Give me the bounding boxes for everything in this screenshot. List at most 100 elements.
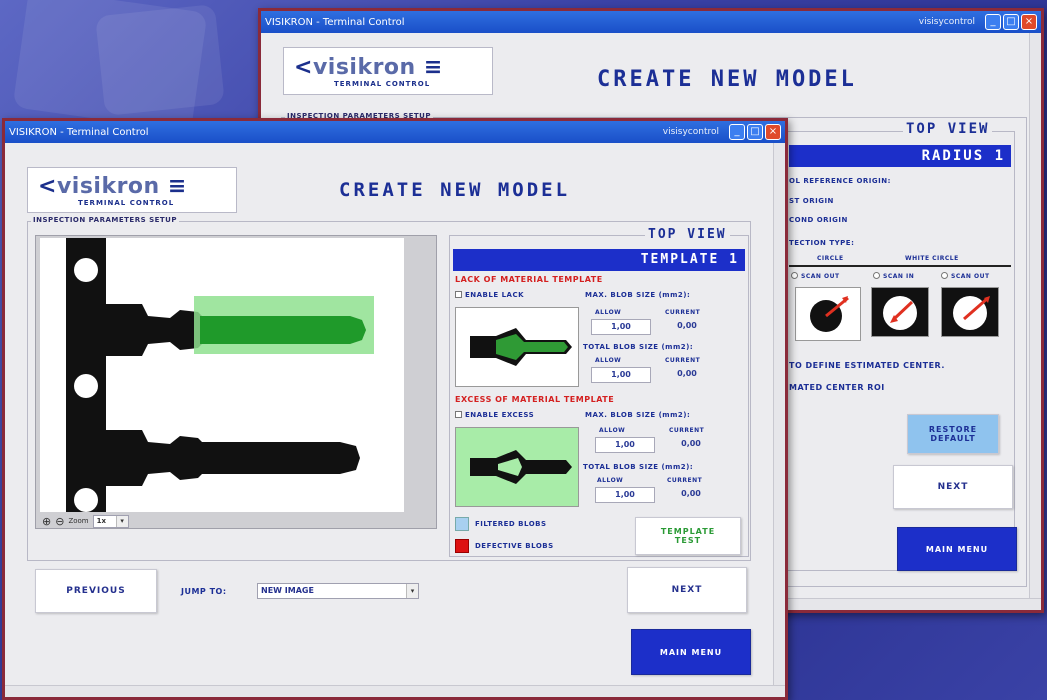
- excess-max-blob-label: MAX. BLOB SIZE (mm2):: [585, 411, 691, 419]
- view-title: TOP VIEW: [645, 227, 730, 242]
- excess-max-allow-field[interactable]: 1,00: [595, 437, 655, 453]
- radio-icon: [941, 272, 948, 279]
- next-button[interactable]: NEXT: [627, 567, 747, 613]
- lack-max-allow-field[interactable]: 1,00: [591, 319, 651, 335]
- lack-max-blob-label: MAX. BLOB SIZE (mm2):: [585, 291, 691, 299]
- lack-total-blob-label: TOTAL BLOB SIZE (mm2):: [583, 343, 694, 351]
- logo: <visikron ≡ TERMINAL CONTROL: [27, 167, 237, 213]
- minimize-icon[interactable]: _: [985, 14, 1001, 30]
- define-center-text: TO DEFINE ESTIMATED CENTER.: [789, 361, 945, 370]
- excess-total-current-label: CURRENT: [667, 477, 703, 484]
- jump-to-select[interactable]: NEW IMAGE ▾: [257, 583, 419, 599]
- white-circle-scan-in-thumb[interactable]: [871, 287, 929, 337]
- excess-template-title: EXCESS OF MATERIAL TEMPLATE: [455, 395, 615, 404]
- user-label: visisycontrol: [662, 127, 719, 137]
- close-icon[interactable]: ×: [1021, 14, 1037, 30]
- horizontal-scrollbar[interactable]: [5, 685, 785, 697]
- checkbox-icon: [455, 411, 462, 418]
- target-circle-icon: [883, 296, 917, 330]
- logo-subtitle: TERMINAL CONTROL: [78, 198, 175, 207]
- excess-total-blob-label: TOTAL BLOB SIZE (mm2):: [583, 463, 694, 471]
- restore-default-button[interactable]: RESTORE DEFAULT: [907, 414, 999, 454]
- checkbox-icon: [455, 291, 462, 298]
- next-button[interactable]: NEXT: [893, 465, 1013, 509]
- second-origin-label: COND ORIGIN: [789, 216, 848, 224]
- page-title: CREATE NEW MODEL: [597, 67, 857, 92]
- radio-scan-out[interactable]: SCAN OUT: [791, 272, 840, 280]
- radio-scan-out-white[interactable]: SCAN OUT: [941, 272, 990, 280]
- lack-total-allow-label: ALLOW: [595, 357, 622, 364]
- excess-total-current-value: 0,00: [681, 489, 701, 498]
- filtered-blobs-swatch: [455, 517, 469, 531]
- front-window: VISIKRON - Terminal Control visisycontro…: [2, 118, 788, 700]
- circle-scan-out-thumb[interactable]: [795, 287, 861, 341]
- logo-name: <visikron ≡: [294, 54, 443, 80]
- detection-type-label: TECTION TYPE:: [789, 239, 855, 247]
- defective-blobs-label: DEFECTIVE BLOBS: [475, 542, 554, 550]
- main-menu-button[interactable]: MAIN MENU: [897, 527, 1017, 571]
- chevron-down-icon: ▾: [406, 584, 418, 598]
- zoom-out-icon[interactable]: ⊖: [55, 515, 64, 528]
- main-menu-button[interactable]: MAIN MENU: [631, 629, 751, 675]
- view-bar: RADIUS 1: [789, 145, 1011, 167]
- white-circle-label: WHITE CIRCLE: [905, 255, 959, 262]
- vertical-scrollbar[interactable]: [773, 143, 785, 685]
- previous-button[interactable]: PREVIOUS: [35, 569, 157, 613]
- excess-template-thumb: [455, 427, 579, 507]
- maximize-icon[interactable]: □: [1003, 14, 1019, 30]
- view-title: TOP VIEW: [903, 121, 993, 137]
- window-title: VISIKRON - Terminal Control: [265, 16, 405, 28]
- defective-blobs-swatch: [455, 539, 469, 553]
- reference-origin-label: OL REFERENCE ORIGIN:: [789, 177, 891, 185]
- window-title: VISIKRON - Terminal Control: [9, 126, 149, 138]
- first-origin-label: ST ORIGIN: [789, 197, 834, 205]
- divider: [789, 265, 1011, 267]
- enable-lack-checkbox[interactable]: ENABLE LACK: [455, 291, 524, 299]
- jump-to-label: JUMP TO:: [181, 587, 227, 596]
- excess-total-allow-label: ALLOW: [597, 477, 624, 484]
- template-test-button[interactable]: TEMPLATE TEST: [635, 517, 741, 555]
- vertical-scrollbar[interactable]: [1029, 33, 1041, 598]
- lack-template-title: LACK OF MATERIAL TEMPLATE: [455, 275, 603, 284]
- image-viewer[interactable]: ⊕ ⊖ Zoom 1x ▾: [35, 235, 437, 529]
- front-window-titlebar[interactable]: VISIKRON - Terminal Control visisycontro…: [5, 121, 785, 143]
- excess-max-current-value: 0,00: [681, 439, 701, 448]
- lack-allow-label: ALLOW: [595, 309, 622, 316]
- zoom-in-icon[interactable]: ⊕: [42, 515, 51, 528]
- enable-excess-checkbox[interactable]: ENABLE EXCESS: [455, 411, 534, 419]
- lack-current-label: CURRENT: [665, 309, 701, 316]
- logo-subtitle: TERMINAL CONTROL: [334, 79, 431, 88]
- lack-total-current-value: 0,00: [677, 369, 697, 378]
- viewer-toolbar: ⊕ ⊖ Zoom 1x ▾: [42, 514, 129, 528]
- radio-icon: [791, 272, 798, 279]
- close-icon[interactable]: ×: [765, 124, 781, 140]
- lack-template-thumb: [455, 307, 579, 387]
- radio-icon: [873, 272, 880, 279]
- excess-allow-label: ALLOW: [599, 427, 626, 434]
- minimize-icon[interactable]: _: [729, 124, 745, 140]
- maximize-icon[interactable]: □: [747, 124, 763, 140]
- lack-total-allow-field[interactable]: 1,00: [591, 367, 651, 383]
- background-tile: [95, 4, 225, 116]
- view-bar: TEMPLATE 1: [453, 249, 745, 271]
- target-circle-icon: [810, 296, 849, 332]
- excess-total-allow-field[interactable]: 1,00: [595, 487, 655, 503]
- terminal-image: [40, 238, 404, 512]
- lack-total-current-label: CURRENT: [665, 357, 701, 364]
- user-label: visisycontrol: [918, 17, 975, 27]
- back-window-titlebar[interactable]: VISIKRON - Terminal Control visisycontro…: [261, 11, 1041, 33]
- group-label: INSPECTION PARAMETERS SETUP: [31, 216, 179, 224]
- terminal-thumb: [470, 450, 572, 484]
- filtered-blobs-label: FILTERED BLOBS: [475, 520, 547, 528]
- circle-label: CIRCLE: [817, 255, 844, 262]
- excess-current-label: CURRENT: [669, 427, 705, 434]
- estimated-center-roi-text: MATED CENTER ROI: [789, 383, 885, 392]
- logo-name: <visikron ≡: [38, 173, 187, 199]
- target-circle-icon: [953, 296, 990, 330]
- white-circle-scan-out-thumb[interactable]: [941, 287, 999, 337]
- zoom-select[interactable]: 1x ▾: [92, 514, 129, 528]
- page-title: CREATE NEW MODEL: [339, 179, 571, 201]
- radio-scan-in[interactable]: SCAN IN: [873, 272, 914, 280]
- chevron-down-icon: ▾: [115, 515, 128, 527]
- zoom-label: Zoom: [68, 517, 89, 525]
